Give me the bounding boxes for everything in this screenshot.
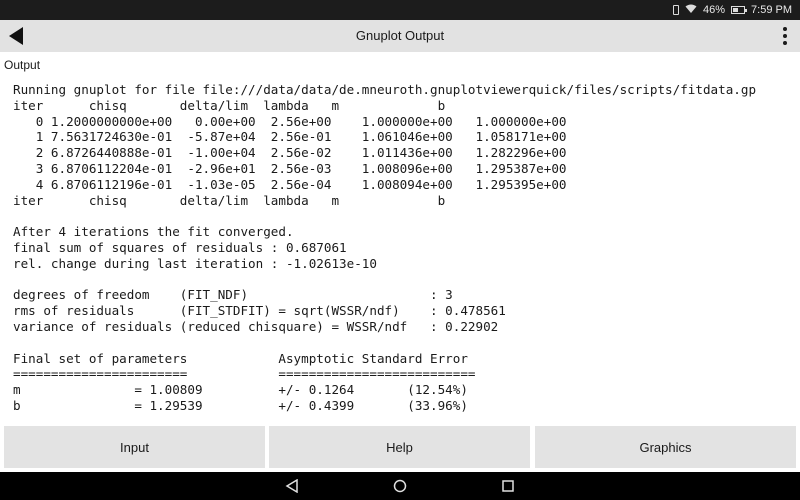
help-button[interactable]: Help [269, 426, 530, 468]
graphics-button[interactable]: Graphics [535, 426, 796, 468]
output-line: 0 1.2000000000e+00 0.00e+00 2.56e+00 1.0… [13, 113, 567, 129]
circle-home-icon [393, 479, 407, 493]
nav-recents-button[interactable] [500, 478, 516, 494]
battery-level-fill [733, 8, 739, 12]
back-button[interactable] [4, 23, 30, 49]
output-line: variance of residuals (reduced chisquare… [13, 318, 499, 334]
output-line: ======================= ================… [13, 366, 476, 382]
overflow-menu-button[interactable] [778, 24, 792, 48]
output-line: degrees of freedom (FIT_NDF) : 3 [13, 287, 453, 303]
output-line: rel. change during last iteration : -1.0… [13, 255, 377, 271]
menu-dot [783, 34, 787, 38]
square-recents-icon [502, 480, 514, 492]
nav-home-button[interactable] [392, 478, 408, 494]
output-line: m = 1.00809 +/- 0.1264 (12.54%) [13, 382, 468, 398]
output-line: 1 7.5631724630e-01 -5.87e+04 2.56e-01 1.… [13, 129, 567, 145]
battery-icon [731, 6, 748, 14]
back-arrow-icon [9, 27, 23, 45]
app-bar: Gnuplot Output [0, 20, 800, 52]
button-row: Input Help Graphics [0, 426, 800, 468]
status-bar: 46% 7:59 PM [0, 0, 800, 20]
output-line: b = 1.29539 +/- 0.4399 (33.96%) [13, 397, 468, 413]
menu-dot [783, 41, 787, 45]
output-line: Running gnuplot for file file:///data/da… [13, 82, 757, 97]
output-label: Output [4, 58, 41, 72]
output-line: 2 6.8726440888e-01 -1.00e+04 2.56e-02 1.… [13, 145, 567, 161]
battery-percent: 46% [703, 4, 726, 16]
input-button[interactable]: Input [4, 426, 265, 468]
output-line: 4 6.8706112196e-01 -1.03e-05 2.56e-04 1.… [13, 176, 567, 192]
output-line: final sum of squares of residuals : 0.68… [13, 239, 347, 255]
nav-back-button[interactable] [284, 478, 300, 494]
output-line: rms of residuals (FIT_STDFIT) = sqrt(WSS… [13, 303, 506, 319]
wifi-icon [685, 4, 697, 17]
system-navigation-bar [0, 472, 800, 500]
output-line: iter chisq delta/lim lambda m b [13, 97, 446, 113]
output-line: Final set of parameters Asymptotic Stand… [13, 350, 468, 366]
triangle-back-icon [285, 479, 298, 493]
vibrate-icon [673, 5, 679, 15]
gnuplot-output-text[interactable]: Running gnuplot for file file:///data/da… [13, 82, 793, 418]
status-time: 7:59 PM [751, 4, 792, 16]
output-line: 3 6.8706112204e-01 -2.96e+01 2.56e-03 1.… [13, 160, 567, 176]
output-line: After 4 iterations the fit converged. [13, 224, 294, 240]
menu-dot [783, 27, 787, 31]
output-line: iter chisq delta/lim lambda m b [13, 192, 446, 208]
page-title: Gnuplot Output [355, 28, 445, 43]
